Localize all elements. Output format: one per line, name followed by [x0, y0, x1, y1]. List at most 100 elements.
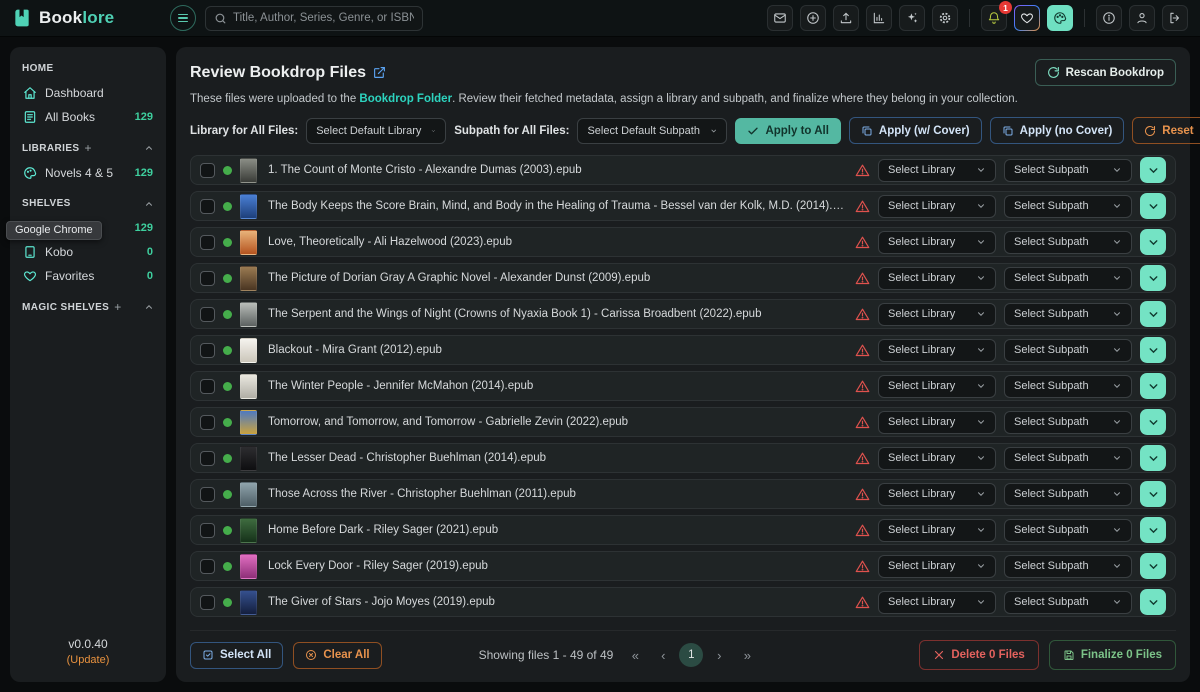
chevron-up-icon[interactable] — [144, 302, 154, 312]
row-library-select[interactable]: Select Library — [878, 159, 996, 182]
chevron-down-icon — [1147, 524, 1160, 537]
row-library-select[interactable]: Select Library — [878, 267, 996, 290]
mail-icon[interactable] — [767, 5, 793, 31]
row-expand-button[interactable] — [1140, 517, 1166, 543]
sidebar-item-favorites[interactable]: Favorites 0 — [22, 264, 154, 288]
logout-icon[interactable] — [1162, 5, 1188, 31]
search-input[interactable] — [233, 12, 414, 24]
chevron-up-icon[interactable] — [144, 199, 154, 209]
chevron-up-icon[interactable] — [144, 143, 154, 153]
clear-all-button[interactable]: Clear All — [293, 642, 381, 669]
plus-circle-icon[interactable] — [800, 5, 826, 31]
row-expand-button[interactable] — [1140, 193, 1166, 219]
update-link[interactable]: (Update) — [10, 654, 166, 666]
rescan-bookdrop-button[interactable]: Rescan Bookdrop — [1035, 59, 1176, 86]
row-expand-button[interactable] — [1140, 157, 1166, 183]
last-page-button[interactable]: » — [735, 643, 759, 667]
select-all-button[interactable]: Select All — [190, 642, 283, 669]
row-subpath-select[interactable]: Select Subpath — [1004, 267, 1132, 290]
row-library-select[interactable]: Select Library — [878, 303, 996, 326]
section-title-home: HOME — [22, 63, 54, 74]
row-expand-button[interactable] — [1140, 337, 1166, 363]
gear-icon[interactable] — [932, 5, 958, 31]
row-checkbox[interactable] — [200, 415, 215, 430]
row-subpath-select[interactable]: Select Subpath — [1004, 303, 1132, 326]
row-subpath-select[interactable]: Select Subpath — [1004, 555, 1132, 578]
row-expand-button[interactable] — [1140, 301, 1166, 327]
row-subpath-select[interactable]: Select Subpath — [1004, 411, 1132, 434]
add-magic-shelf-icon[interactable]: + — [114, 301, 121, 313]
bell-icon[interactable]: 1 — [981, 5, 1007, 31]
row-subpath-select[interactable]: Select Subpath — [1004, 375, 1132, 398]
apply-to-all-button[interactable]: Apply to All — [735, 118, 840, 144]
row-subpath-select[interactable]: Select Subpath — [1004, 483, 1132, 506]
row-subpath-select[interactable]: Select Subpath — [1004, 447, 1132, 470]
row-library-select[interactable]: Select Library — [878, 375, 996, 398]
row-subpath-select[interactable]: Select Subpath — [1004, 231, 1132, 254]
sparkles-icon[interactable] — [899, 5, 925, 31]
row-checkbox[interactable] — [200, 271, 215, 286]
row-checkbox[interactable] — [200, 343, 215, 358]
file-row: The Body Keeps the Score Brain, Mind, an… — [190, 191, 1176, 221]
row-subpath-select[interactable]: Select Subpath — [1004, 591, 1132, 614]
sidebar-item-kobo[interactable]: Kobo 0 — [22, 240, 154, 264]
row-library-select[interactable]: Select Library — [878, 195, 996, 218]
user-icon[interactable] — [1129, 5, 1155, 31]
row-checkbox[interactable] — [200, 199, 215, 214]
row-library-select[interactable]: Select Library — [878, 231, 996, 254]
row-checkbox[interactable] — [200, 487, 215, 502]
default-subpath-select[interactable]: Select Default Subpath — [577, 118, 727, 144]
row-subpath-select[interactable]: Select Subpath — [1004, 195, 1132, 218]
page-number-button[interactable]: 1 — [679, 643, 703, 667]
prev-page-button[interactable]: ‹ — [651, 643, 675, 667]
bulk-apply-group: Apply (w/ Cover) Apply (no Cover) Reset — [849, 117, 1200, 144]
row-expand-button[interactable] — [1140, 373, 1166, 399]
next-page-button[interactable]: › — [707, 643, 731, 667]
row-expand-button[interactable] — [1140, 265, 1166, 291]
row-library-select[interactable]: Select Library — [878, 411, 996, 434]
row-checkbox[interactable] — [200, 163, 215, 178]
row-expand-button[interactable] — [1140, 481, 1166, 507]
row-checkbox[interactable] — [200, 307, 215, 322]
reset-button[interactable]: Reset — [1132, 117, 1200, 144]
bookdrop-folder-link[interactable]: Bookdrop Folder — [359, 93, 452, 105]
row-library-select[interactable]: Select Library — [878, 339, 996, 362]
default-library-select[interactable]: Select Default Library — [306, 118, 446, 144]
delete-files-button[interactable]: Delete 0 Files — [919, 640, 1039, 670]
row-library-select[interactable]: Select Library — [878, 447, 996, 470]
menu-icon[interactable] — [170, 5, 196, 31]
row-checkbox[interactable] — [200, 523, 215, 538]
apply-no-cover-button[interactable]: Apply (no Cover) — [990, 117, 1125, 144]
sidebar-item-novels[interactable]: Novels 4 & 5 129 — [22, 161, 154, 185]
status-dot-icon — [223, 166, 232, 175]
row-expand-button[interactable] — [1140, 229, 1166, 255]
row-subpath-select[interactable]: Select Subpath — [1004, 339, 1132, 362]
add-library-icon[interactable]: + — [85, 142, 92, 154]
row-checkbox[interactable] — [200, 379, 215, 394]
row-checkbox[interactable] — [200, 451, 215, 466]
row-subpath-select[interactable]: Select Subpath — [1004, 159, 1132, 182]
row-library-select[interactable]: Select Library — [878, 555, 996, 578]
row-library-select[interactable]: Select Library — [878, 591, 996, 614]
apply-with-cover-button[interactable]: Apply (w/ Cover) — [849, 117, 982, 144]
row-library-select[interactable]: Select Library — [878, 519, 996, 542]
upload-icon[interactable] — [833, 5, 859, 31]
sidebar-item-all-books[interactable]: All Books 129 — [22, 105, 154, 129]
row-expand-button[interactable] — [1140, 409, 1166, 435]
row-expand-button[interactable] — [1140, 445, 1166, 471]
row-checkbox[interactable] — [200, 235, 215, 250]
heart-icon[interactable] — [1014, 5, 1040, 31]
external-link-icon[interactable] — [373, 66, 386, 79]
first-page-button[interactable]: « — [623, 643, 647, 667]
bar-chart-icon[interactable] — [866, 5, 892, 31]
sidebar-item-dashboard[interactable]: Dashboard — [22, 81, 154, 105]
row-checkbox[interactable] — [200, 559, 215, 574]
palette-icon[interactable] — [1047, 5, 1073, 31]
row-library-select[interactable]: Select Library — [878, 483, 996, 506]
row-expand-button[interactable] — [1140, 553, 1166, 579]
info-icon[interactable] — [1096, 5, 1122, 31]
finalize-files-button[interactable]: Finalize 0 Files — [1049, 640, 1176, 670]
row-checkbox[interactable] — [200, 595, 215, 610]
row-expand-button[interactable] — [1140, 589, 1166, 615]
row-subpath-select[interactable]: Select Subpath — [1004, 519, 1132, 542]
